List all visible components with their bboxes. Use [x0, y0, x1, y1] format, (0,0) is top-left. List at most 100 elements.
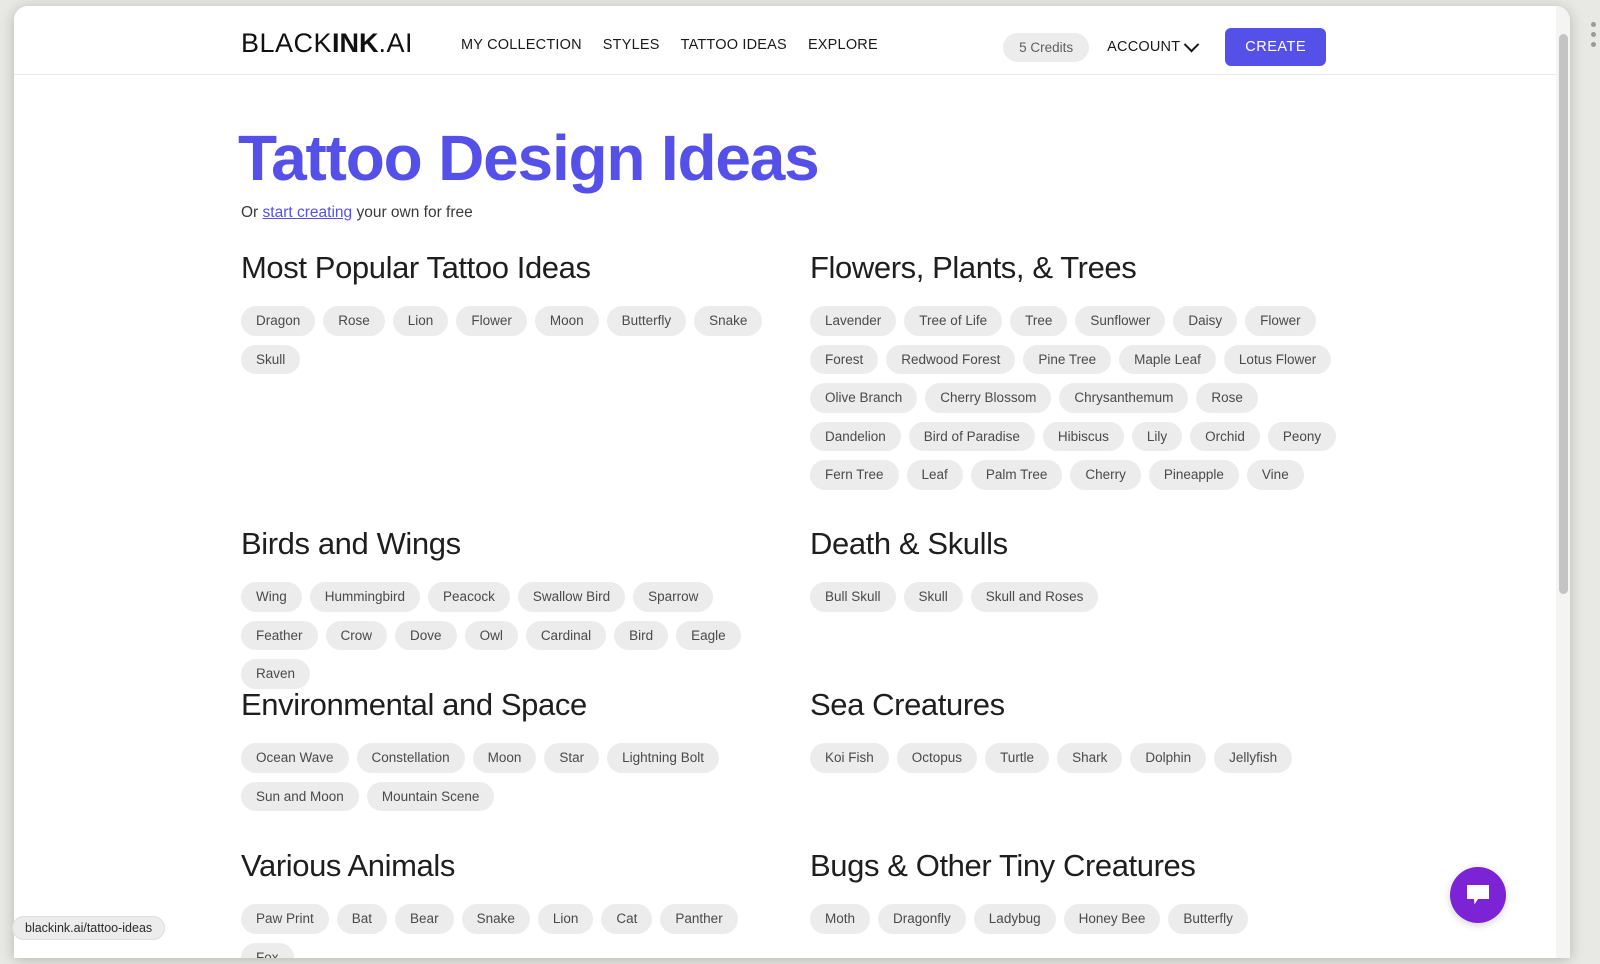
tag-pill[interactable]: Octopus	[896, 743, 978, 773]
tag-pill[interactable]: Rose	[1196, 383, 1258, 413]
tag-pill[interactable]: Lion	[537, 904, 594, 934]
tag-pill[interactable]: Vine	[1246, 460, 1304, 490]
tag-pill[interactable]: Dandelion	[810, 421, 901, 451]
page-title: Tattoo Design Ideas	[238, 122, 820, 194]
tag-pill[interactable]: Bird	[614, 620, 669, 650]
tag-pill[interactable]: Palm Tree	[970, 460, 1063, 490]
account-menu[interactable]: ACCOUNT	[1107, 36, 1200, 55]
tag-pill[interactable]: Snake	[461, 904, 530, 934]
tag-pill[interactable]: Ocean Wave	[241, 743, 349, 773]
tag-pill[interactable]: Crow	[325, 620, 388, 650]
tag-pill[interactable]: Cat	[601, 904, 653, 934]
tag-pill[interactable]: Lightning Bolt	[607, 743, 719, 773]
brand-logo[interactable]: BLACKINK.AI	[241, 28, 413, 59]
tag-pill[interactable]: Paw Print	[241, 904, 329, 934]
tag-pill[interactable]: Sunflower	[1075, 306, 1166, 336]
tag-pill[interactable]: Moon	[472, 743, 537, 773]
tag-pill[interactable]: Tree	[1010, 306, 1068, 336]
tag-pill[interactable]: Redwood Forest	[886, 344, 1016, 374]
create-button[interactable]: CREATE	[1225, 28, 1326, 66]
tag-pill[interactable]: Flower	[1245, 306, 1316, 336]
tag-pill[interactable]: Jellyfish	[1214, 743, 1293, 773]
tag-pill[interactable]: Chrysanthemum	[1059, 383, 1189, 413]
tag-pill[interactable]: Hummingbird	[309, 582, 421, 612]
tag-pill[interactable]: Olive Branch	[810, 383, 918, 413]
tag-pill[interactable]: Skull	[241, 344, 301, 374]
tag-pill[interactable]: Rose	[323, 306, 385, 336]
tag-pill[interactable]: Snake	[694, 306, 763, 336]
tag-pill[interactable]: Daisy	[1173, 306, 1238, 336]
chat-widget-button[interactable]	[1450, 867, 1506, 923]
tag-pill[interactable]: Butterfly	[1168, 904, 1248, 934]
brand-logo-light: BLACK	[241, 28, 333, 58]
tag-pill[interactable]: Dolphin	[1130, 743, 1207, 773]
tag-pill[interactable]: Tree of Life	[904, 306, 1003, 336]
section-block: Bugs & Other Tiny Creatures Moth Dragonfly…	[810, 848, 1379, 958]
tag-pill[interactable]: Hibiscus	[1042, 421, 1124, 451]
tag-pill[interactable]: Turtle	[985, 743, 1050, 773]
tag-pill[interactable]: Eagle	[676, 620, 741, 650]
tag-pill[interactable]: Pine Tree	[1023, 344, 1112, 374]
tag-pill[interactable]: Mountain Scene	[366, 781, 495, 811]
tag-pill[interactable]: Cherry	[1070, 460, 1141, 490]
chevron-down-icon	[1183, 36, 1200, 52]
tag-pill[interactable]: Star	[544, 743, 600, 773]
tag-pill[interactable]: Feather	[241, 620, 318, 650]
start-creating-link[interactable]: start creating	[263, 204, 353, 221]
tag-pill[interactable]: Lion	[392, 306, 449, 336]
tag-pill[interactable]: Sparrow	[633, 582, 714, 612]
vertical-scrollbar[interactable]	[1556, 6, 1570, 958]
tag-pill[interactable]: Dragonfly	[878, 904, 966, 934]
tag-pill[interactable]: Honey Bee	[1063, 904, 1161, 934]
tag-pill[interactable]: Orchid	[1190, 421, 1260, 451]
account-menu-label: ACCOUNT	[1107, 39, 1181, 55]
tag-pill[interactable]: Constellation	[356, 743, 465, 773]
tag-pill[interactable]: Flower	[456, 306, 527, 336]
tag-pill[interactable]: Skull	[903, 582, 963, 612]
nav-item-my-collection[interactable]: MY COLLECTION	[461, 37, 582, 53]
kebab-menu-icon[interactable]	[1588, 22, 1598, 47]
tag-pill[interactable]: Butterfly	[606, 306, 687, 336]
tag-pill[interactable]: Fern Tree	[810, 460, 899, 490]
tag-pill[interactable]: Owl	[464, 620, 518, 650]
tag-pill[interactable]: Bear	[395, 904, 454, 934]
tag-pill[interactable]: Lily	[1131, 421, 1183, 451]
tag-pill[interactable]: Dove	[395, 620, 457, 650]
tag-pill[interactable]: Lavender	[810, 306, 897, 336]
tag-pill[interactable]: Koi Fish	[810, 743, 889, 773]
scrollbar-thumb[interactable]	[1559, 34, 1568, 594]
tag-pill[interactable]: Cardinal	[525, 620, 607, 650]
nav-item-explore[interactable]: EXPLORE	[808, 37, 878, 53]
tag-pill[interactable]: Ladybug	[973, 904, 1056, 934]
browser-window: BLACKINK.AI MY COLLECTION STYLES TATTOO …	[14, 6, 1570, 958]
tag-pill[interactable]: Wing	[241, 582, 302, 612]
tag-pill[interactable]: Panther	[660, 904, 738, 934]
tag-pill[interactable]: Moon	[534, 306, 599, 336]
tag-pill[interactable]: Bat	[336, 904, 388, 934]
section-title: Sea Creatures	[810, 687, 1005, 722]
tag-pill[interactable]: Peacock	[428, 582, 510, 612]
tag-pill[interactable]: Pineapple	[1148, 460, 1239, 490]
tag-pill[interactable]: Cherry Blossom	[925, 383, 1052, 413]
nav-item-tattoo-ideas[interactable]: TATTOO IDEAS	[681, 37, 787, 53]
tag-pill[interactable]: Bird of Paradise	[908, 421, 1035, 451]
tag-list: Ocean Wave Constellation Moon Star Lightning…	[241, 743, 786, 811]
tag-list: Lavender Tree of Life Tree Sunflower Daisy Fl…	[810, 306, 1355, 490]
tag-pill[interactable]: Leaf	[906, 460, 963, 490]
tag-pill[interactable]: Shark	[1057, 743, 1123, 773]
tag-pill[interactable]: Swallow Bird	[517, 582, 626, 612]
tag-pill[interactable]: Skull and Roses	[970, 582, 1099, 612]
tag-pill[interactable]: Peony	[1267, 421, 1337, 451]
tag-pill[interactable]: Maple Leaf	[1119, 344, 1216, 374]
credits-badge[interactable]: 5 Credits	[1003, 32, 1090, 62]
tag-pill[interactable]: Sun and Moon	[241, 781, 359, 811]
tag-pill[interactable]: Bull Skull	[810, 582, 896, 612]
tag-pill[interactable]: Lotus Flower	[1223, 344, 1332, 374]
section-title: Most Popular Tattoo Ideas	[241, 250, 591, 285]
tag-pill[interactable]: Dragon	[241, 306, 316, 336]
tag-pill[interactable]: Raven	[241, 659, 311, 689]
tag-pill[interactable]: Moth	[810, 904, 871, 934]
tag-pill[interactable]: Fox	[241, 942, 294, 958]
tag-pill[interactable]: Forest	[810, 344, 879, 374]
nav-item-styles[interactable]: STYLES	[603, 37, 660, 53]
